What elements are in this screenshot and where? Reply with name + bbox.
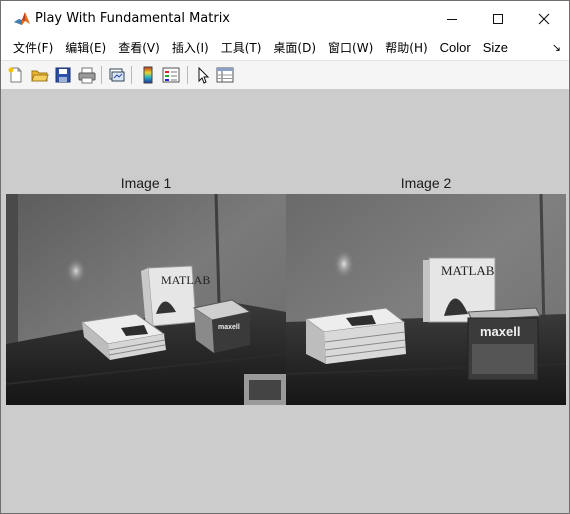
menu-insert[interactable]: 插入(I) <box>166 36 215 60</box>
close-icon <box>538 13 550 24</box>
print-icon[interactable] <box>78 66 96 84</box>
image-2-maxell-box-panel <box>472 344 534 374</box>
image-2-matlab-label: MATLAB <box>441 263 495 278</box>
maximize-button[interactable] <box>475 1 521 36</box>
insert-colorbar-icon[interactable] <box>139 66 157 84</box>
image-2-axes[interactable]: MATLAB maxell <box>286 194 566 405</box>
menu-window[interactable]: 窗口(W) <box>322 36 379 60</box>
menu-desktop[interactable]: 桌面(D) <box>267 36 322 60</box>
insert-legend-icon[interactable] <box>162 66 180 84</box>
minimize-button[interactable] <box>429 1 475 36</box>
open-file-icon[interactable] <box>31 66 49 84</box>
close-button[interactable] <box>521 1 567 36</box>
menu-tools[interactable]: 工具(T) <box>215 36 268 60</box>
image-1-drawer-slot <box>249 380 281 400</box>
figure-toolbar <box>1 60 569 90</box>
menu-edit[interactable]: 编辑(E) <box>59 36 112 60</box>
matlab-logo-icon <box>13 10 31 28</box>
menu-overflow-icon[interactable]: ↘ <box>552 36 561 60</box>
menu-help[interactable]: 帮助(H) <box>379 36 433 60</box>
image-2-light-spot <box>334 250 354 278</box>
new-figure-icon[interactable] <box>7 66 25 84</box>
image-1-axes[interactable]: MATLAB maxell <box>6 194 286 405</box>
edit-plot-icon[interactable] <box>194 66 212 84</box>
figure-window: Play With Fundamental Matrix 文件(F) 编辑(E)… <box>0 0 570 514</box>
menu-color[interactable]: Color <box>434 36 477 60</box>
image-2-matlab-book-spine <box>423 260 430 322</box>
menu-size[interactable]: Size <box>477 36 514 60</box>
menu-file[interactable]: 文件(F) <box>7 36 59 60</box>
link-plot-icon[interactable] <box>108 66 126 84</box>
image-1-light-spot <box>66 258 86 284</box>
menu-view[interactable]: 查看(V) <box>112 36 166 60</box>
image-1-maxell-label: maxell <box>218 324 240 331</box>
image-2-maxell-label: maxell <box>480 324 520 339</box>
figure-canvas[interactable]: Image 1 Image 2 MATLAB maxell MATLAB max… <box>1 89 569 513</box>
axes-title-image-1: Image 1 <box>120 175 172 191</box>
title-bar[interactable]: Play With Fundamental Matrix <box>1 1 569 36</box>
maximize-icon <box>493 13 503 24</box>
property-inspector-icon[interactable] <box>216 66 234 84</box>
toolbar-separator <box>101 66 102 84</box>
image-1-matlab-label: MATLAB <box>161 273 210 287</box>
window-title: Play With Fundamental Matrix <box>35 11 230 26</box>
minimize-icon <box>447 18 457 20</box>
toolbar-separator <box>131 66 132 84</box>
save-icon[interactable] <box>54 66 72 84</box>
axes-title-image-2: Image 2 <box>400 175 452 191</box>
menu-bar: 文件(F) 编辑(E) 查看(V) 插入(I) 工具(T) 桌面(D) 窗口(W… <box>1 36 569 60</box>
toolbar-separator <box>187 66 188 84</box>
